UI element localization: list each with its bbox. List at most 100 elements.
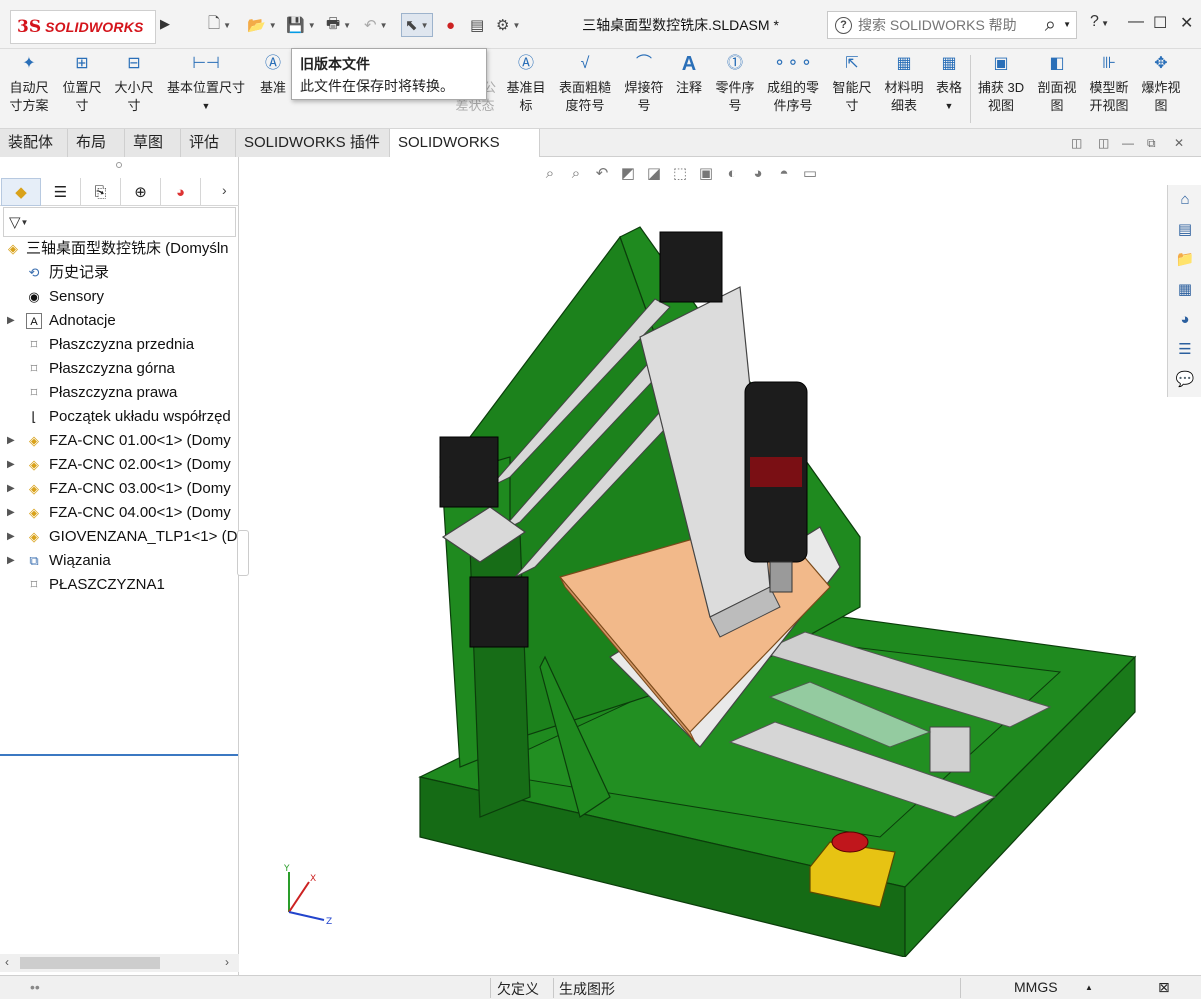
scroll-left-icon[interactable]: ‹	[5, 955, 9, 969]
scroll-thumb[interactable]	[20, 957, 160, 969]
expand-arrow-icon[interactable]: ▶	[7, 549, 15, 573]
size-dimension-button[interactable]: ⊟ 大小尺寸	[109, 55, 159, 115]
configurationmanager-tab[interactable]: ⎘	[81, 178, 121, 206]
tree-item-right-plane[interactable]: ⌑ Płaszczyzna prawa	[0, 381, 239, 405]
scroll-right-icon[interactable]: ›	[225, 955, 229, 969]
help-search[interactable]: ? ⌕ ▼	[827, 11, 1077, 39]
model-break-view-button[interactable]: ⊪ 模型断 开视图	[1084, 55, 1134, 115]
tree-item-fza-cnc-03[interactable]: ▶ ◈ FZA-CNC 03.00<1> (Domy	[0, 477, 239, 501]
featuremanager-tab[interactable]: ◆	[1, 178, 41, 206]
note-button[interactable]: A 注释	[672, 54, 706, 97]
viewport-tile-icon[interactable]: ◫	[1098, 136, 1109, 150]
viewport-close-icon[interactable]: ✕	[1174, 136, 1184, 150]
view-palette-icon[interactable]: ▦	[1172, 277, 1198, 303]
table-button[interactable]: ▦ 表格 ▼	[932, 55, 966, 115]
edit-appearance-icon[interactable]: ◕	[748, 165, 768, 182]
viewport-restore-icon[interactable]: ◫	[1071, 136, 1082, 150]
search-dropdown-icon[interactable]: ▼	[1063, 20, 1071, 29]
horizontal-scrollbar[interactable]: ‹ ›	[0, 954, 239, 972]
file-properties-button[interactable]: ▤	[470, 13, 484, 37]
expand-arrow-icon[interactable]: ▶	[7, 525, 15, 549]
more-tabs-chevron-icon[interactable]: ›	[222, 182, 227, 198]
stacked-balloon-button[interactable]: ⚬⚬⚬ 成组的零 件序号	[762, 55, 824, 115]
tree-item-front-plane[interactable]: ⌑ Płaszczyzna przednia	[0, 333, 239, 357]
basic-location-dimension-button[interactable]: ⊢⊣ 基本位置尺寸 ▼	[162, 55, 250, 115]
menu-expand-icon[interactable]: ▶	[160, 16, 170, 32]
cnc-machine-model[interactable]	[410, 187, 1140, 957]
tree-item-mates[interactable]: ▶ ⧉ Wiązania	[0, 549, 239, 573]
units-dropdown-icon[interactable]: ▲	[1085, 983, 1093, 992]
undo-button[interactable]: ↶ ▼	[364, 13, 388, 37]
tree-item-giovenzana[interactable]: ▶ ◈ GIOVENZANA_TLP1<1> (D	[0, 525, 239, 549]
options-button[interactable]: ⚙ ▼	[496, 13, 520, 37]
bom-button[interactable]: ▦ 材料明 细表	[880, 55, 928, 115]
location-dimension-button[interactable]: ⊞ 位置尺寸	[57, 55, 107, 115]
viewport-maximize-icon[interactable]: ⧉	[1147, 136, 1156, 151]
datum-button[interactable]: Ⓐ 基准	[256, 55, 290, 97]
forum-icon[interactable]: 💬	[1172, 367, 1198, 393]
viewport-minimize-icon[interactable]: —	[1122, 136, 1134, 150]
previous-view-icon[interactable]: ↶	[592, 164, 612, 182]
select-button[interactable]: ⬉ ▼	[401, 13, 433, 37]
zoom-to-area-icon[interactable]: ⌕	[566, 165, 586, 182]
solidworks-logo[interactable]: 3S SOLIDWORKS	[10, 10, 156, 44]
status-help-icon[interactable]: ⊠	[1158, 979, 1170, 996]
dimxpert-tab[interactable]: ⊕	[121, 178, 161, 206]
exploded-view-button[interactable]: ✥ 爆炸视图	[1136, 55, 1186, 115]
close-button[interactable]: ✕	[1180, 13, 1193, 33]
tree-item-fza-cnc-04[interactable]: ▶ ◈ FZA-CNC 04.00<1> (Domy	[0, 501, 239, 525]
expand-arrow-icon[interactable]: ▶	[7, 477, 15, 501]
custom-properties-icon[interactable]: ☰	[1172, 337, 1198, 363]
panel-collapse-handle[interactable]	[237, 530, 249, 576]
apply-scene-icon[interactable]: ◓	[774, 165, 794, 182]
home-icon[interactable]: ⌂	[1172, 187, 1198, 213]
appearances-icon[interactable]: ◕	[1172, 307, 1198, 333]
display-manager-tab[interactable]: ◕	[161, 178, 201, 206]
tree-item-annotations[interactable]: ▶ A Adnotacje	[0, 309, 239, 333]
print-button[interactable]: 🖶 ▼	[326, 13, 351, 37]
datum-target-button[interactable]: Ⓐ 基准目标	[502, 55, 550, 115]
search-input[interactable]	[858, 17, 1018, 33]
tree-item-sensors[interactable]: ◉ Sensory	[0, 285, 239, 309]
tab-evaluate[interactable]: 评估	[181, 129, 236, 157]
tree-item-fza-cnc-02[interactable]: ▶ ◈ FZA-CNC 02.00<1> (Domy	[0, 453, 239, 477]
section-view-button[interactable]: ◧ 剖面视图	[1032, 55, 1082, 115]
tree-item-origin[interactable]: ⌊ Początek układu współrzęd	[0, 405, 239, 429]
maximize-button[interactable]: ☐	[1153, 13, 1167, 33]
balloon-button[interactable]: ⓵ 零件序号	[710, 55, 760, 115]
hide-show-icon[interactable]: ◐	[722, 165, 742, 182]
section-view-icon[interactable]: ◩	[618, 164, 638, 182]
zoom-to-fit-icon[interactable]: ⌕	[540, 165, 560, 182]
design-library-icon[interactable]: ▤	[1172, 217, 1198, 243]
open-button[interactable]: 📂 ▼	[247, 13, 277, 37]
smart-dimension-button[interactable]: ⇱ 智能尺寸	[828, 55, 876, 115]
search-icon[interactable]: ⌕	[1045, 14, 1056, 37]
tab-layout[interactable]: 布局	[68, 129, 125, 157]
propertymanager-tab[interactable]: ☰	[41, 178, 81, 206]
display-style-icon[interactable]: ▣	[696, 164, 716, 182]
view-settings-icon[interactable]: ▭	[800, 164, 820, 182]
weld-symbol-button[interactable]: ⌒ 焊接符号	[620, 55, 668, 115]
rebuild-button[interactable]: ●	[446, 13, 455, 37]
surface-finish-button[interactable]: √ 表面粗糙 度符号	[554, 55, 616, 115]
expand-arrow-icon[interactable]: ▶	[7, 309, 15, 333]
panel-grip-icon[interactable]	[116, 162, 122, 168]
tab-assembly[interactable]: 装配体	[0, 129, 68, 157]
tree-item-history[interactable]: ⟲ 历史记录	[0, 261, 239, 285]
expand-arrow-icon[interactable]: ▶	[7, 501, 15, 525]
graphics-area[interactable]: ⌕ ⌕ ↶ ◩ ◪ ⬚ ▣ ◐ ◕ ◓ ▭ ⌂ ▤ 📁 ▦ ◕ ☰ 💬 Y X …	[240, 157, 1201, 975]
dynamic-annotation-icon[interactable]: ◪	[644, 164, 664, 182]
tree-item-plane1[interactable]: ⌑ PŁASZCZYZNA1	[0, 573, 239, 597]
tree-filter[interactable]: ▽ ▼	[3, 207, 236, 237]
tree-item-fza-cnc-01[interactable]: ▶ ◈ FZA-CNC 01.00<1> (Domy	[0, 429, 239, 453]
tab-mbd[interactable]: SOLIDWORKS MBD	[390, 129, 540, 179]
save-button[interactable]: 💾 ▼	[286, 13, 316, 37]
view-orientation-icon[interactable]: ⬚	[670, 164, 690, 182]
new-document-button[interactable]: 🗋 ▼	[208, 13, 231, 37]
tree-item-root-assembly[interactable]: ◈ 三轴桌面型数控铣床 (Domyśln	[0, 237, 239, 261]
capture-3d-view-button[interactable]: ▣ 捕获 3D 视图	[974, 55, 1028, 115]
tab-addins[interactable]: SOLIDWORKS 插件	[236, 129, 390, 157]
expand-arrow-icon[interactable]: ▶	[7, 453, 15, 477]
units-selector[interactable]: MMGS	[1014, 979, 1058, 995]
minimize-button[interactable]: —	[1128, 13, 1144, 31]
